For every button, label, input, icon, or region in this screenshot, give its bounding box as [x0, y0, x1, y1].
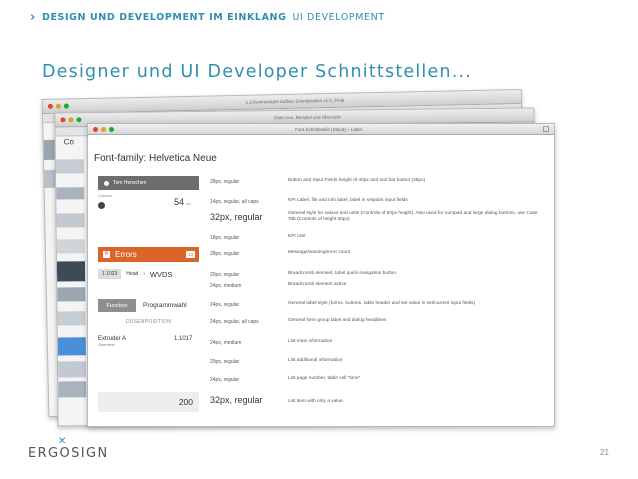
spec-row: Tom Henschen 28px, regular Button and In…	[88, 173, 554, 193]
group-label: DÜSENPOSITION	[125, 319, 172, 325]
errors-button[interactable]: ✕ Errors 13	[98, 247, 199, 262]
front-window: Font-Schnittstelle (Stand) – Label Font-…	[87, 123, 555, 427]
chevron-right-icon: ›	[30, 10, 36, 25]
spec-row: 24px, medium Breadcrumb element active	[88, 277, 554, 297]
spec-row: ✕ Errors 13 28px, regular Message/warnin…	[88, 245, 554, 265]
spec-description: List main information	[288, 339, 333, 344]
slide-title: Designer und UI Developer Schnittstellen…	[42, 62, 473, 82]
spec-description: List additional information	[288, 358, 343, 363]
spec-description: General style for values and units (Cont…	[288, 211, 538, 222]
spec-row: Extruder A Overview 1.1017 24px, medium …	[88, 334, 554, 354]
value-list-item[interactable]: 200	[98, 392, 199, 412]
spec-size: 24px, regular	[210, 377, 240, 383]
spec-size: 14px, regular, all caps	[210, 199, 259, 205]
spec-size: 20px, regular	[210, 359, 240, 365]
spec-size: 24px, regular	[210, 302, 240, 308]
spec-size: 18px, regular	[210, 235, 240, 241]
share-icon[interactable]	[543, 126, 549, 132]
breadcrumb: › DESIGN UND DEVELOPMENT IM EINKLANG UI …	[30, 10, 385, 25]
font-family-heading: Font-family: Helvetica Neue	[94, 153, 217, 164]
spec-description: Button and Input Fields height of 40px a…	[288, 178, 426, 183]
badge-icon	[98, 202, 105, 209]
front-window-title: Font-Schnittstelle (Stand) – Label	[295, 126, 362, 132]
spec-row: 24px, regular List page number, table ce…	[88, 371, 554, 391]
spec-description: General label style (forms, buttons, tab…	[288, 301, 476, 306]
breadcrumb-subsection: UI DEVELOPMENT	[292, 12, 385, 23]
spec-size: 32px, regular	[210, 395, 263, 405]
spec-size: 28px, regular	[210, 179, 240, 185]
user-icon	[104, 180, 109, 186]
spec-row: DÜSENPOSITION 24px, regular, all caps Ge…	[88, 313, 554, 333]
middle-window-title: Datei neu, Beispiel und Übersicht	[274, 114, 341, 121]
spec-description: KPI Unit	[288, 234, 306, 239]
errors-count: 13	[186, 251, 195, 258]
spec-size: 24px, medium	[210, 340, 242, 346]
contact-label: Contact	[98, 193, 112, 198]
spec-row: 20px, regular List additional informatio…	[88, 353, 554, 373]
spec-size: 28px, regular	[210, 251, 240, 257]
spec-size: 24px, regular, all caps	[210, 319, 259, 325]
list-item[interactable]: Extruder A Overview	[98, 336, 126, 347]
spec-description: Breadcrumb element active	[288, 282, 347, 287]
spec-description: Message/warning/error count	[288, 250, 351, 255]
close-icon: ✕	[103, 251, 110, 258]
user-button[interactable]: Tom Henschen	[98, 176, 199, 190]
kpi-value: 54 ch	[174, 197, 191, 207]
spec-size: 32px, regular	[210, 212, 263, 222]
spec-row: 200 32px, regular List item with only a …	[88, 392, 554, 412]
spec-size: 24px, medium	[210, 283, 242, 289]
programmwahl-label[interactable]: Programmwahl	[143, 302, 187, 309]
spec-description: General form group label and dialog head…	[288, 318, 387, 323]
function-button[interactable]: Function	[98, 299, 136, 312]
list-item-value: 1.1017	[174, 336, 193, 342]
spec-description: KPI Label, file and info label, label in…	[288, 198, 408, 203]
middle-window-label: Co	[63, 137, 74, 147]
breadcrumb-section: DESIGN UND DEVELOPMENT IM EINKLANG	[41, 12, 287, 23]
spec-description: List page number, table cell "time"	[288, 376, 361, 381]
page-number: 21	[600, 448, 609, 457]
spec-description: List item with only a value	[288, 399, 343, 404]
